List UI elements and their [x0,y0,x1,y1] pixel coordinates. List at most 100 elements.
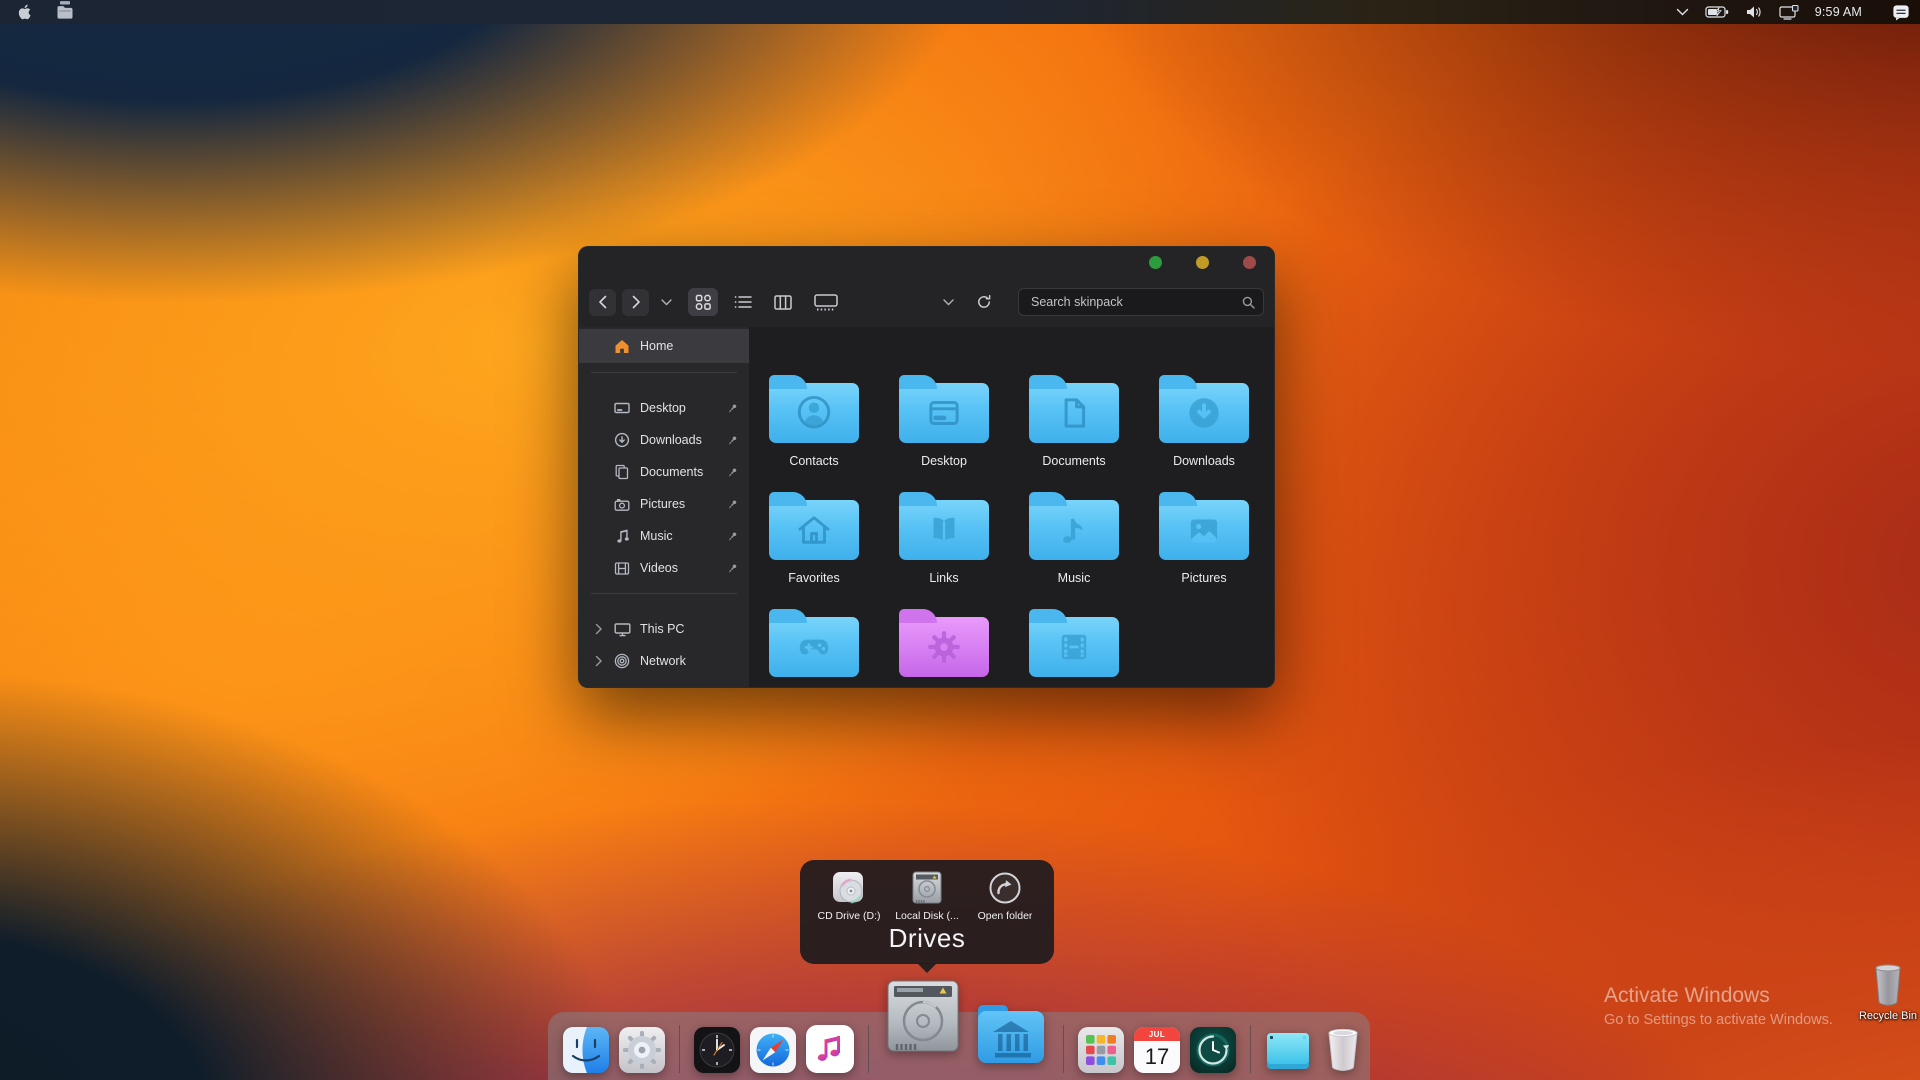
expand-chevron-icon[interactable] [587,623,611,635]
volume-icon[interactable] [1745,5,1763,19]
expand-chevron-icon[interactable] [587,655,611,667]
dock-time-machine[interactable] [1190,1027,1236,1073]
download-circle-icon [611,432,633,448]
folder-item-downloads[interactable]: Downloads [1139,361,1269,478]
dock-safari[interactable] [750,1027,796,1073]
finder-folder-icon[interactable] [55,1,75,23]
folder-label: Pictures [1181,571,1226,585]
window-titlebar[interactable] [579,247,1274,277]
calendar-day: 17 [1145,1041,1169,1073]
folder-item-desktop[interactable]: Desktop [879,361,1009,478]
recycle-bin[interactable]: Recycle Bin [1853,962,1920,1022]
clock-time[interactable]: 9:59 AM [1815,5,1862,19]
recycle-bin-icon [1868,962,1908,1008]
traffic-light-red[interactable] [1243,256,1256,269]
pin-icon[interactable] [726,530,739,543]
download-arrow-icon [1181,392,1227,434]
gallery-view-button[interactable] [808,288,844,316]
forward-button[interactable] [622,289,649,316]
folder-label: Desktop [921,454,967,468]
dropdown-chevron-icon[interactable] [943,299,954,306]
history-chevron-icon[interactable] [661,299,672,306]
search-box[interactable] [1018,288,1264,316]
drive-label: Local Disk (... [895,910,959,922]
dock-bank-folder[interactable] [973,997,1049,1069]
back-button[interactable] [589,289,616,316]
pin-icon[interactable] [726,434,739,447]
folder-label: Music [1058,571,1091,585]
apple-logo-icon[interactable] [16,3,31,21]
traffic-light-yellow[interactable] [1196,256,1209,269]
folder-item-pictures[interactable]: Pictures [1139,478,1269,595]
sidebar-item-home[interactable]: Home [579,329,749,363]
folder-item-contacts[interactable]: Contacts [749,361,879,478]
folder-item-favorites[interactable]: Favorites [749,478,879,595]
battery-icon[interactable] [1705,5,1729,19]
sidebar-divider [591,593,737,594]
dock-stickies[interactable] [1265,1027,1311,1073]
dock-system-preferences[interactable] [619,1027,665,1073]
folder-icon [1159,383,1249,443]
watermark-line2: Go to Settings to activate Windows. [1604,1012,1833,1028]
pin-icon[interactable] [726,562,739,575]
folder-icon [899,383,989,443]
open-book-icon [921,509,967,551]
open-folder-item[interactable]: Open folder [966,870,1044,922]
dock-hard-drive[interactable] [883,978,963,1056]
local-disk-item[interactable]: Local Disk (... [888,870,966,922]
sidebar: Home Desktop [579,327,749,688]
sidebar-item-downloads[interactable]: Downloads [579,424,749,456]
folder-item-documents[interactable]: Documents [1009,361,1139,478]
dock-divider [868,1025,869,1073]
window-icon [921,392,967,434]
sidebar-item-music[interactable]: Music [579,520,749,552]
network-display-icon[interactable] [1779,5,1799,20]
list-view-button[interactable] [728,288,758,316]
sidebar-item-desktop[interactable]: Desktop [579,392,749,424]
drives-popup-title: Drives [800,923,1054,954]
sidebar-item-network[interactable]: Network [579,645,749,677]
sidebar-item-documents[interactable]: Documents [579,456,749,488]
sidebar-item-label: Videos [640,561,726,575]
folder-icon [769,383,859,443]
folder-icon [1029,383,1119,443]
folder-item-searches[interactable]: Searches [879,595,1009,688]
dock-clock[interactable] [694,1027,740,1073]
pin-icon[interactable] [726,498,739,511]
sidebar-item-this-pc[interactable]: This PC [579,613,749,645]
dock-music[interactable] [806,1025,854,1073]
cd-disc-icon [831,870,867,906]
film-icon [611,561,633,576]
pin-icon[interactable] [726,402,739,415]
folder-icon [899,500,989,560]
refresh-button[interactable] [976,294,992,310]
gear-icon [921,626,967,668]
dock-finder[interactable] [563,1027,609,1073]
folder-item-videos[interactable]: Videos [1009,595,1139,688]
home-icon [791,509,837,551]
sidebar-item-label: Network [640,654,739,668]
hard-drive-icon [910,870,944,906]
menu-bar: 9:59 AM [0,0,1920,24]
dock-divider [679,1025,680,1073]
grid-view-button[interactable] [688,288,718,316]
open-folder-arrow-icon [987,870,1023,906]
search-input[interactable] [1029,294,1242,310]
dock-trash[interactable] [1321,1025,1365,1073]
pin-icon[interactable] [726,466,739,479]
sidebar-item-pictures[interactable]: Pictures [579,488,749,520]
folder-content-area[interactable]: Contacts Desktop [749,327,1274,688]
columns-view-button[interactable] [768,288,798,316]
notification-center-icon[interactable] [1892,4,1910,21]
dock-calendar[interactable]: JUL 17 [1134,1027,1180,1073]
cd-drive-item[interactable]: CD Drive (D:) [810,870,888,922]
dock-launchpad[interactable] [1078,1027,1124,1073]
drives-popup: CD Drive (D:) Local Disk (... [800,860,1054,964]
folder-item-music[interactable]: Music [1009,478,1139,595]
folder-item-links[interactable]: Links [879,478,1009,595]
folder-label: Contacts [789,454,838,468]
sidebar-item-videos[interactable]: Videos [579,552,749,584]
folder-item-saved-games[interactable]: Saved Games [749,595,879,688]
hidden-icons-chevron-icon[interactable] [1676,8,1689,16]
traffic-light-green[interactable] [1149,256,1162,269]
